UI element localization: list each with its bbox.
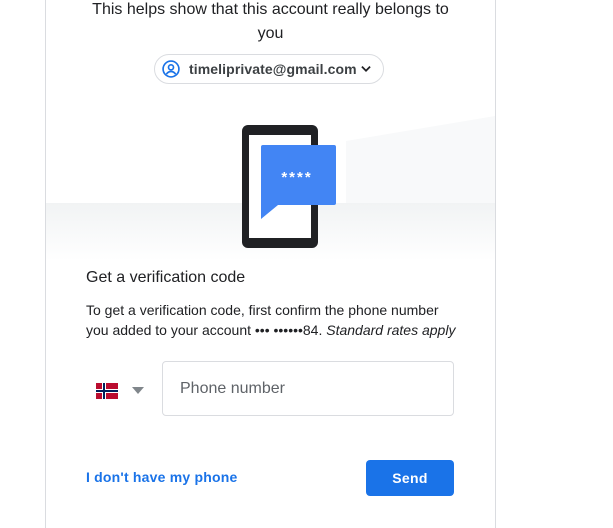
intro-text: This helps show that this account really… <box>46 0 495 46</box>
verification-card: This helps show that this account really… <box>45 0 496 528</box>
phone-number-field[interactable] <box>162 361 454 416</box>
desc-line-1: To get a verification code, first confir… <box>86 302 439 318</box>
chevron-down-icon <box>361 66 371 72</box>
verification-description: To get a verification code, first confir… <box>86 300 476 340</box>
phone-illustration: **** <box>46 116 495 261</box>
no-phone-link[interactable]: I don't have my phone <box>86 469 237 485</box>
phone-number-input[interactable] <box>178 378 438 399</box>
account-chip[interactable]: timeliprivate@gmail.com <box>154 54 384 84</box>
bubble-text: **** <box>281 169 312 186</box>
intro-line-1: This helps show that this account really… <box>92 1 449 18</box>
desc-line-2: you added to your account ••• ••••••84. <box>86 322 323 338</box>
send-button[interactable]: Send <box>366 460 454 496</box>
standard-rates-note: Standard rates apply <box>326 322 456 338</box>
account-circle-icon <box>162 60 180 78</box>
intro-line-2: you <box>257 25 284 42</box>
verification-heading: Get a verification code <box>86 269 246 286</box>
account-email: timeliprivate@gmail.com <box>189 61 357 77</box>
caret-down-icon <box>132 387 144 394</box>
norway-flag-icon <box>96 383 118 399</box>
country-code-select[interactable] <box>96 381 148 401</box>
